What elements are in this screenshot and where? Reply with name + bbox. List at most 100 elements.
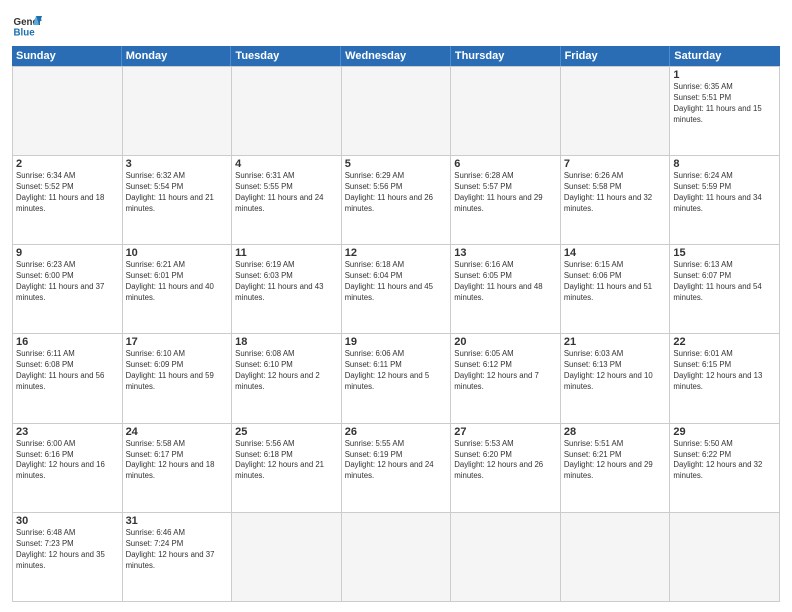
empty-cell <box>670 513 780 602</box>
cell-sun-info: Sunrise: 6:03 AM Sunset: 6:13 PM Dayligh… <box>564 349 667 393</box>
day-cell-2: 2Sunrise: 6:34 AM Sunset: 5:52 PM Daylig… <box>13 156 123 245</box>
logo-icon: General Blue <box>12 10 42 40</box>
calendar-header: SundayMondayTuesdayWednesdayThursdayFrid… <box>12 46 780 66</box>
day-cell-17: 17Sunrise: 6:10 AM Sunset: 6:09 PM Dayli… <box>123 334 233 423</box>
logo: General Blue <box>12 10 42 40</box>
calendar: SundayMondayTuesdayWednesdayThursdayFrid… <box>12 46 780 602</box>
day-cell-13: 13Sunrise: 6:16 AM Sunset: 6:05 PM Dayli… <box>451 245 561 334</box>
day-number: 21 <box>564 336 667 348</box>
day-number: 29 <box>673 426 776 438</box>
svg-text:Blue: Blue <box>14 28 36 39</box>
cell-sun-info: Sunrise: 6:31 AM Sunset: 5:55 PM Dayligh… <box>235 171 338 215</box>
day-cell-30: 30Sunrise: 6:48 AM Sunset: 7:23 PM Dayli… <box>13 513 123 602</box>
day-cell-1: 1Sunrise: 6:35 AM Sunset: 5:51 PM Daylig… <box>670 67 780 156</box>
day-cell-21: 21Sunrise: 6:03 AM Sunset: 6:13 PM Dayli… <box>561 334 671 423</box>
day-number: 28 <box>564 426 667 438</box>
weekday-header-monday: Monday <box>122 46 232 66</box>
cell-sun-info: Sunrise: 6:01 AM Sunset: 6:15 PM Dayligh… <box>673 349 776 393</box>
day-cell-10: 10Sunrise: 6:21 AM Sunset: 6:01 PM Dayli… <box>123 245 233 334</box>
cell-sun-info: Sunrise: 6:15 AM Sunset: 6:06 PM Dayligh… <box>564 260 667 304</box>
day-number: 26 <box>345 426 448 438</box>
day-cell-25: 25Sunrise: 5:56 AM Sunset: 6:18 PM Dayli… <box>232 424 342 513</box>
day-number: 10 <box>126 247 229 259</box>
weekday-header-tuesday: Tuesday <box>231 46 341 66</box>
day-number: 24 <box>126 426 229 438</box>
cell-sun-info: Sunrise: 6:26 AM Sunset: 5:58 PM Dayligh… <box>564 171 667 215</box>
day-number: 9 <box>16 247 119 259</box>
day-cell-12: 12Sunrise: 6:18 AM Sunset: 6:04 PM Dayli… <box>342 245 452 334</box>
empty-cell <box>13 67 123 156</box>
day-number: 22 <box>673 336 776 348</box>
cell-sun-info: Sunrise: 6:00 AM Sunset: 6:16 PM Dayligh… <box>16 439 119 483</box>
cell-sun-info: Sunrise: 6:08 AM Sunset: 6:10 PM Dayligh… <box>235 349 338 393</box>
empty-cell <box>451 513 561 602</box>
day-number: 17 <box>126 336 229 348</box>
empty-cell <box>561 67 671 156</box>
cell-sun-info: Sunrise: 6:06 AM Sunset: 6:11 PM Dayligh… <box>345 349 448 393</box>
day-cell-6: 6Sunrise: 6:28 AM Sunset: 5:57 PM Daylig… <box>451 156 561 245</box>
day-number: 30 <box>16 515 119 527</box>
day-cell-31: 31Sunrise: 6:46 AM Sunset: 7:24 PM Dayli… <box>123 513 233 602</box>
day-cell-16: 16Sunrise: 6:11 AM Sunset: 6:08 PM Dayli… <box>13 334 123 423</box>
day-cell-18: 18Sunrise: 6:08 AM Sunset: 6:10 PM Dayli… <box>232 334 342 423</box>
day-number: 5 <box>345 158 448 170</box>
cell-sun-info: Sunrise: 6:24 AM Sunset: 5:59 PM Dayligh… <box>673 171 776 215</box>
cell-sun-info: Sunrise: 5:51 AM Sunset: 6:21 PM Dayligh… <box>564 439 667 483</box>
day-number: 19 <box>345 336 448 348</box>
day-cell-14: 14Sunrise: 6:15 AM Sunset: 6:06 PM Dayli… <box>561 245 671 334</box>
cell-sun-info: Sunrise: 5:56 AM Sunset: 6:18 PM Dayligh… <box>235 439 338 483</box>
day-number: 12 <box>345 247 448 259</box>
weekday-header-wednesday: Wednesday <box>341 46 451 66</box>
day-cell-7: 7Sunrise: 6:26 AM Sunset: 5:58 PM Daylig… <box>561 156 671 245</box>
cell-sun-info: Sunrise: 5:58 AM Sunset: 6:17 PM Dayligh… <box>126 439 229 483</box>
calendar-body: 1Sunrise: 6:35 AM Sunset: 5:51 PM Daylig… <box>12 66 780 602</box>
cell-sun-info: Sunrise: 6:32 AM Sunset: 5:54 PM Dayligh… <box>126 171 229 215</box>
day-cell-5: 5Sunrise: 6:29 AM Sunset: 5:56 PM Daylig… <box>342 156 452 245</box>
day-number: 11 <box>235 247 338 259</box>
day-cell-28: 28Sunrise: 5:51 AM Sunset: 6:21 PM Dayli… <box>561 424 671 513</box>
day-number: 27 <box>454 426 557 438</box>
empty-cell <box>561 513 671 602</box>
empty-cell <box>342 513 452 602</box>
day-number: 25 <box>235 426 338 438</box>
cell-sun-info: Sunrise: 6:35 AM Sunset: 5:51 PM Dayligh… <box>673 82 776 126</box>
day-cell-22: 22Sunrise: 6:01 AM Sunset: 6:15 PM Dayli… <box>670 334 780 423</box>
cell-sun-info: Sunrise: 6:10 AM Sunset: 6:09 PM Dayligh… <box>126 349 229 393</box>
cell-sun-info: Sunrise: 6:48 AM Sunset: 7:23 PM Dayligh… <box>16 528 119 572</box>
day-number: 1 <box>673 69 776 81</box>
cell-sun-info: Sunrise: 6:34 AM Sunset: 5:52 PM Dayligh… <box>16 171 119 215</box>
day-number: 18 <box>235 336 338 348</box>
cell-sun-info: Sunrise: 6:21 AM Sunset: 6:01 PM Dayligh… <box>126 260 229 304</box>
weekday-header-sunday: Sunday <box>12 46 122 66</box>
header: General Blue <box>12 10 780 40</box>
day-number: 31 <box>126 515 229 527</box>
day-cell-19: 19Sunrise: 6:06 AM Sunset: 6:11 PM Dayli… <box>342 334 452 423</box>
day-number: 15 <box>673 247 776 259</box>
cell-sun-info: Sunrise: 6:18 AM Sunset: 6:04 PM Dayligh… <box>345 260 448 304</box>
empty-cell <box>123 67 233 156</box>
day-cell-27: 27Sunrise: 5:53 AM Sunset: 6:20 PM Dayli… <box>451 424 561 513</box>
cell-sun-info: Sunrise: 6:19 AM Sunset: 6:03 PM Dayligh… <box>235 260 338 304</box>
cell-sun-info: Sunrise: 6:23 AM Sunset: 6:00 PM Dayligh… <box>16 260 119 304</box>
cell-sun-info: Sunrise: 5:50 AM Sunset: 6:22 PM Dayligh… <box>673 439 776 483</box>
cell-sun-info: Sunrise: 6:46 AM Sunset: 7:24 PM Dayligh… <box>126 528 229 572</box>
empty-cell <box>232 513 342 602</box>
day-number: 2 <box>16 158 119 170</box>
day-cell-9: 9Sunrise: 6:23 AM Sunset: 6:00 PM Daylig… <box>13 245 123 334</box>
weekday-header-thursday: Thursday <box>451 46 561 66</box>
day-cell-26: 26Sunrise: 5:55 AM Sunset: 6:19 PM Dayli… <box>342 424 452 513</box>
day-cell-24: 24Sunrise: 5:58 AM Sunset: 6:17 PM Dayli… <box>123 424 233 513</box>
empty-cell <box>232 67 342 156</box>
empty-cell <box>451 67 561 156</box>
day-cell-15: 15Sunrise: 6:13 AM Sunset: 6:07 PM Dayli… <box>670 245 780 334</box>
day-number: 16 <box>16 336 119 348</box>
day-number: 23 <box>16 426 119 438</box>
day-cell-20: 20Sunrise: 6:05 AM Sunset: 6:12 PM Dayli… <box>451 334 561 423</box>
day-cell-3: 3Sunrise: 6:32 AM Sunset: 5:54 PM Daylig… <box>123 156 233 245</box>
day-cell-8: 8Sunrise: 6:24 AM Sunset: 5:59 PM Daylig… <box>670 156 780 245</box>
day-number: 3 <box>126 158 229 170</box>
cell-sun-info: Sunrise: 6:13 AM Sunset: 6:07 PM Dayligh… <box>673 260 776 304</box>
cell-sun-info: Sunrise: 6:28 AM Sunset: 5:57 PM Dayligh… <box>454 171 557 215</box>
weekday-header-saturday: Saturday <box>670 46 780 66</box>
cell-sun-info: Sunrise: 5:53 AM Sunset: 6:20 PM Dayligh… <box>454 439 557 483</box>
